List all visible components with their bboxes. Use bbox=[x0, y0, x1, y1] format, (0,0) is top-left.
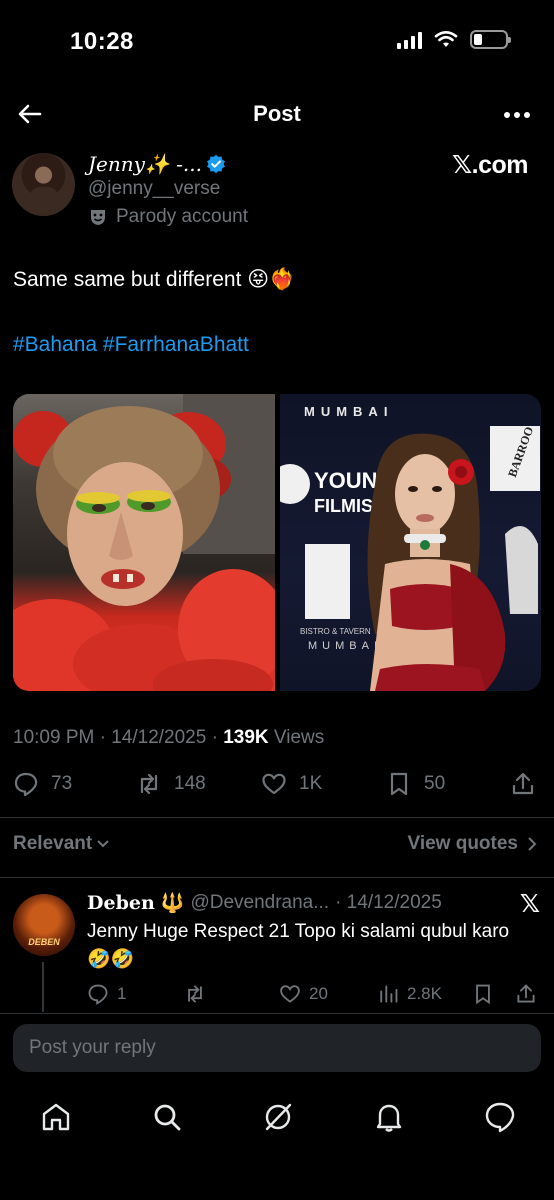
battery-icon bbox=[470, 30, 511, 49]
signage-bistro: BISTRO & TAVERN bbox=[300, 627, 371, 636]
like-button[interactable]: 1K bbox=[261, 771, 322, 797]
reply-text: Jenny Huge Respect 21 Topo ki salami qub… bbox=[87, 921, 510, 970]
views-count: 139K bbox=[223, 727, 269, 748]
share-icon bbox=[512, 772, 534, 795]
bell-icon bbox=[376, 1104, 402, 1132]
x-com-watermark: 𝕏.com bbox=[452, 151, 529, 179]
home-icon bbox=[42, 1103, 70, 1131]
divider bbox=[0, 1013, 554, 1014]
wifi-icon bbox=[434, 30, 458, 47]
reply-share-button[interactable] bbox=[515, 983, 537, 1005]
tweet-date: 14/12/2025 bbox=[111, 727, 207, 748]
signage-mumbai-top: MUMBAI bbox=[304, 404, 393, 419]
heart-icon bbox=[280, 985, 300, 1003]
reply-views-button[interactable]: 2.8K bbox=[377, 983, 442, 1005]
page-title: Post bbox=[253, 101, 301, 126]
meta-separator: · bbox=[211, 727, 218, 748]
tab-home[interactable] bbox=[39, 1100, 73, 1134]
reply-like-button[interactable]: 20 bbox=[279, 983, 328, 1005]
like-count: 1K bbox=[299, 773, 323, 794]
reply-count: 73 bbox=[51, 773, 73, 794]
media-photo-red-carpet[interactable]: MUMBAI YOUNG FILMIST BARROO BISTRO & TAV… bbox=[279, 394, 541, 691]
tweet-text: Same same but different 😝❤️‍🔥 bbox=[13, 268, 296, 291]
reply-reply-button[interactable]: 1 bbox=[87, 983, 126, 1005]
reply-input-placeholder[interactable]: Post your reply bbox=[29, 1037, 156, 1059]
sort-label: Relevant bbox=[13, 833, 93, 854]
repost-count: 148 bbox=[174, 773, 206, 794]
reply-button[interactable]: 73 bbox=[13, 771, 72, 797]
tweet-hashtags[interactable]: #Bahana #FarrhanaBhatt bbox=[13, 333, 249, 357]
divider bbox=[0, 817, 554, 818]
theater-mask-icon bbox=[91, 210, 105, 225]
author-handle[interactable]: @jenny__verse bbox=[88, 178, 220, 200]
more-options-icon[interactable] bbox=[504, 112, 530, 118]
bookmark-icon bbox=[476, 984, 490, 1005]
bookmark-button[interactable]: 50 bbox=[386, 771, 445, 797]
reply-author-handle[interactable]: @Devendrana... bbox=[190, 892, 329, 914]
reply-views-count: 2.8K bbox=[407, 984, 442, 1003]
parody-label-text: Parody account bbox=[116, 206, 249, 227]
author-name-row[interactable]: Jenny✨ -... bbox=[88, 152, 226, 176]
tab-search[interactable] bbox=[150, 1100, 184, 1134]
reply-bookmark-button[interactable] bbox=[472, 983, 494, 1005]
divider bbox=[0, 877, 554, 878]
search-icon bbox=[154, 1104, 181, 1131]
media-photo-costume[interactable] bbox=[13, 394, 275, 691]
tab-notifications[interactable] bbox=[372, 1100, 406, 1134]
heart-icon bbox=[262, 773, 286, 795]
status-icons bbox=[397, 30, 511, 49]
repost-icon bbox=[140, 773, 158, 795]
share-icon bbox=[517, 984, 535, 1003]
thread-line bbox=[42, 962, 44, 1012]
reply-icon bbox=[14, 772, 38, 797]
reply-composer[interactable]: Post your reply bbox=[13, 1024, 541, 1072]
author-avatar[interactable] bbox=[12, 153, 75, 216]
tweet-time: 10:09 PM bbox=[13, 727, 95, 748]
chevron-down-icon bbox=[97, 840, 109, 848]
share-button[interactable] bbox=[510, 771, 536, 797]
verified-badge-icon bbox=[207, 154, 225, 174]
sort-dropdown[interactable]: Relevant bbox=[13, 833, 110, 855]
reply-icon bbox=[88, 984, 108, 1005]
view-quotes-label: View quotes bbox=[407, 833, 518, 854]
reply-repost-button[interactable] bbox=[184, 983, 214, 1005]
repost-icon bbox=[188, 985, 202, 1003]
reply-header: Deben 🔱 @Devendrana... · 14/12/2025 bbox=[87, 891, 442, 915]
reply-author-avatar[interactable]: DEBEN bbox=[13, 894, 75, 956]
reply-date: · 14/12/2025 bbox=[335, 892, 442, 913]
views-label: Views bbox=[273, 727, 325, 748]
status-time: 10:28 bbox=[70, 28, 134, 55]
reply-reply-count: 1 bbox=[117, 984, 127, 1003]
meta-separator: · bbox=[99, 727, 106, 748]
message-bubble-icon bbox=[485, 1102, 515, 1133]
tab-messages[interactable] bbox=[483, 1100, 517, 1134]
signage-mumbai-bottom: MUMBAI bbox=[308, 640, 382, 652]
reply-avatar-text: DEBEN bbox=[28, 937, 60, 947]
trident-emoji: 🔱 bbox=[160, 893, 185, 914]
tweet-media[interactable]: MUMBAI YOUNG FILMIST BARROO BISTRO & TAV… bbox=[13, 394, 541, 691]
bookmark-icon bbox=[390, 772, 408, 796]
repost-button[interactable]: 148 bbox=[136, 771, 206, 797]
parody-account-label: Parody account bbox=[88, 206, 248, 228]
tweet-meta: 10:09 PM · 14/12/2025 · 139K Views bbox=[13, 727, 324, 749]
chevron-right-icon bbox=[528, 837, 537, 851]
view-quotes-link[interactable]: View quotes bbox=[407, 833, 538, 855]
reply-like-count: 20 bbox=[309, 984, 328, 1003]
grok-icon bbox=[265, 1103, 292, 1131]
reply-author-name[interactable]: Deben bbox=[87, 892, 155, 914]
x-logo: 𝕏 bbox=[519, 890, 540, 918]
tab-grok[interactable] bbox=[261, 1100, 295, 1134]
cellular-signal-icon bbox=[397, 31, 422, 49]
bookmark-count: 50 bbox=[424, 773, 446, 794]
views-chart-icon bbox=[380, 985, 398, 1003]
author-display-name[interactable]: Jenny✨ -... bbox=[88, 152, 202, 176]
